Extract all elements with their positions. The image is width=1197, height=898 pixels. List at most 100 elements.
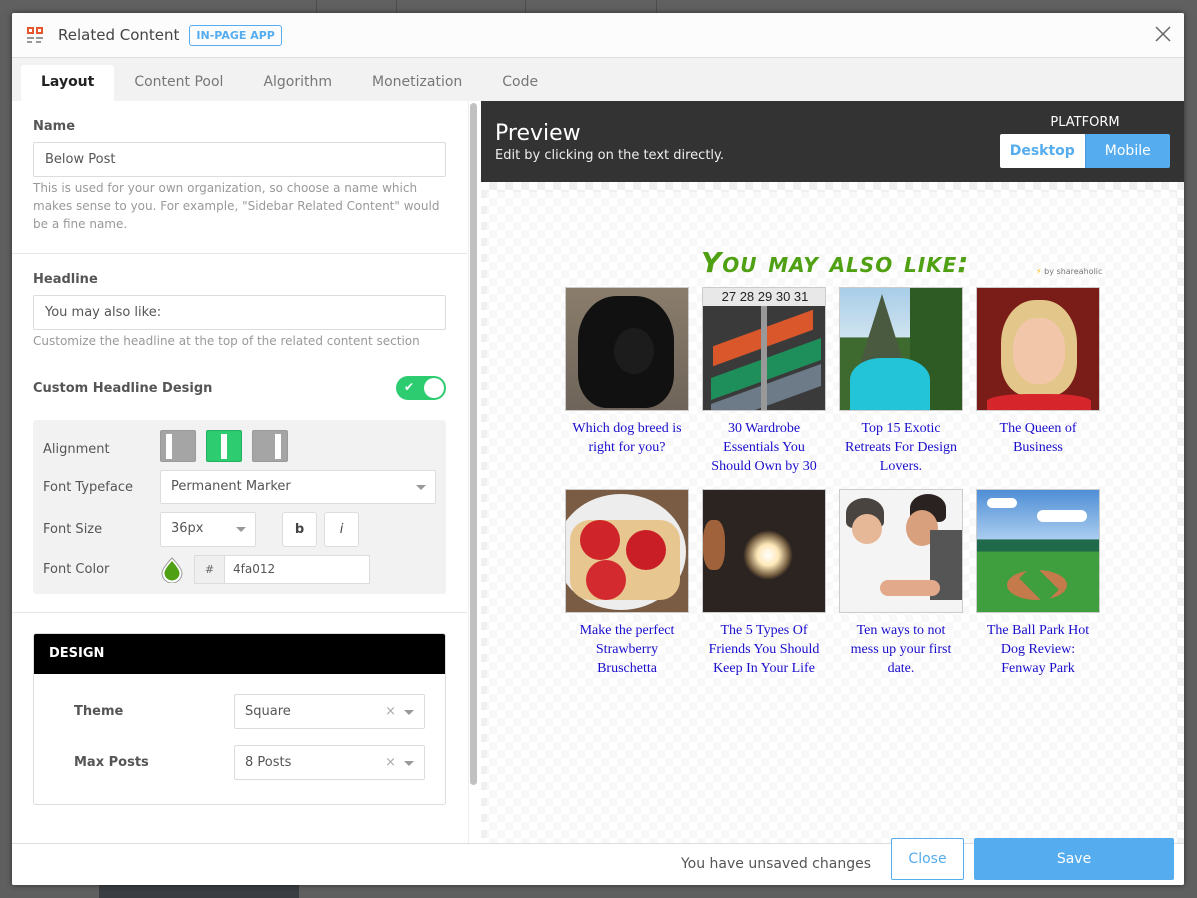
tab-algorithm[interactable]: Algorithm <box>243 65 352 101</box>
preview-headline[interactable]: You may also like: <box>701 246 970 279</box>
post-title[interactable]: Ten ways to not mess up your first date. <box>839 621 963 679</box>
related-post[interactable]: Ten ways to not mess up your first date. <box>839 489 963 679</box>
settings-scrollbar-thumb[interactable] <box>470 103 477 785</box>
align-left-button[interactable] <box>160 430 196 462</box>
close-button[interactable]: Close <box>891 838 964 880</box>
post-thumbnail: 27 28 29 30 31 <box>702 287 826 411</box>
toggle-knob <box>424 378 444 398</box>
shareaholic-byline[interactable]: ⚡ by shareaholic <box>1036 267 1102 276</box>
name-label: Name <box>33 119 76 134</box>
post-thumbnail <box>839 287 963 411</box>
post-thumbnail <box>976 287 1100 411</box>
post-title[interactable]: The 5 Types Of Friends You Should Keep I… <box>702 621 826 679</box>
related-post[interactable]: The 5 Types Of Friends You Should Keep I… <box>702 489 826 679</box>
related-content-icon <box>27 27 45 43</box>
color-picker-drop-icon[interactable] <box>160 556 184 583</box>
max-posts-select[interactable]: 8 Posts × <box>234 745 425 780</box>
related-post[interactable]: The Ball Park Hot Dog Review: Fenway Par… <box>976 489 1100 679</box>
post-thumbnail <box>702 489 826 613</box>
theme-select[interactable]: Square × <box>234 694 425 729</box>
tab-layout[interactable]: Layout <box>21 65 115 101</box>
platform-mobile-button[interactable]: Mobile <box>1084 134 1170 168</box>
tab-bar: Layout Content Pool Algorithm Monetizati… <box>12 58 1184 101</box>
in-page-app-badge: IN-PAGE APP <box>189 24 282 46</box>
background-divider <box>396 0 397 14</box>
align-left-icon <box>166 434 172 459</box>
background-divider <box>656 0 657 14</box>
post-title[interactable]: Which dog breed is right for you? <box>565 419 689 477</box>
font-typeface-select[interactable]: Permanent Marker <box>160 470 436 504</box>
post-title[interactable]: 30 Wardrobe Essentials You Should Own by… <box>702 419 826 477</box>
headline-label: Headline <box>33 272 98 287</box>
align-right-icon <box>275 434 281 459</box>
related-post[interactable]: Which dog breed is right for you? <box>565 287 689 477</box>
max-posts-label: Max Posts <box>74 755 149 770</box>
font-typeface-label: Font Typeface <box>43 479 133 495</box>
preview-panel: Preview Edit by clicking on the text dir… <box>481 101 1184 843</box>
align-center-button[interactable] <box>206 430 242 462</box>
headline-help-text: Customize the headline at the top of the… <box>33 334 420 348</box>
clear-icon[interactable]: × <box>385 695 396 728</box>
chevron-down-icon <box>404 761 414 766</box>
platform-desktop-button[interactable]: Desktop <box>1000 134 1085 168</box>
background-divider <box>525 0 526 14</box>
post-title[interactable]: The Ball Park Hot Dog Review: Fenway Par… <box>976 621 1100 679</box>
save-button[interactable]: Save <box>974 838 1174 880</box>
name-section: Name Below Post This is used for your ow… <box>12 101 467 254</box>
modal-footer: You have unsaved changes Close Save <box>12 838 1184 885</box>
check-icon: ✔ <box>404 380 415 394</box>
modal-title: Related Content <box>58 26 180 44</box>
name-help-text: This is used for your own organization, … <box>33 181 440 231</box>
tab-code[interactable]: Code <box>482 65 558 101</box>
platform-switch: PLATFORM Desktop Mobile <box>1000 115 1170 168</box>
tab-monetization[interactable]: Monetization <box>352 65 482 101</box>
theme-value: Square <box>245 704 291 719</box>
theme-label: Theme <box>74 704 124 719</box>
modal-header: Related Content IN-PAGE APP <box>12 13 1184 58</box>
post-thumbnail <box>839 489 963 613</box>
font-color-input[interactable]: 4fa012 <box>224 555 370 584</box>
related-post[interactable]: Make the perfect Strawberry Bruschetta <box>565 489 689 679</box>
design-panel: DESIGN Theme Square × Max Posts 8 Posts … <box>33 633 446 805</box>
chevron-down-icon <box>416 485 426 490</box>
related-posts-grid: Which dog breed is right for you? 27 28 … <box>565 287 1105 679</box>
background-image <box>99 884 299 898</box>
background-divider <box>316 0 317 14</box>
custom-headline-design-toggle[interactable]: ✔ <box>396 376 446 400</box>
close-icon[interactable] <box>1154 25 1172 43</box>
post-title[interactable]: Make the perfect Strawberry Bruschetta <box>565 621 689 679</box>
headline-design-box: Alignment Font Typeface Permanent Marker… <box>33 420 446 594</box>
post-thumbnail <box>565 489 689 613</box>
related-content-modal: Related Content IN-PAGE APP Layout Conte… <box>12 13 1184 885</box>
unsaved-changes-status: You have unsaved changes <box>680 856 871 872</box>
custom-headline-design-label: Custom Headline Design <box>33 380 213 396</box>
background-app-bar <box>0 0 1197 14</box>
clear-icon[interactable]: × <box>385 746 396 779</box>
related-post[interactable]: Top 15 Exotic Retreats For Design Lovers… <box>839 287 963 477</box>
tab-content-pool[interactable]: Content Pool <box>114 65 243 101</box>
name-input[interactable]: Below Post <box>33 142 446 177</box>
platform-label: PLATFORM <box>1050 115 1120 130</box>
font-size-label: Font Size <box>43 522 103 537</box>
align-right-button[interactable] <box>252 430 288 462</box>
italic-button[interactable]: i <box>324 512 359 547</box>
font-color-label: Font Color <box>43 562 110 577</box>
post-title[interactable]: The Queen of Business <box>976 419 1100 477</box>
post-title[interactable]: Top 15 Exotic Retreats For Design Lovers… <box>839 419 963 477</box>
max-posts-value: 8 Posts <box>245 755 292 770</box>
bold-button[interactable]: b <box>282 512 317 547</box>
post-thumbnail <box>565 287 689 411</box>
related-post[interactable]: The Queen of Business <box>976 287 1100 477</box>
related-post[interactable]: 27 28 29 30 31 30 Wardrobe Essentials Yo… <box>702 287 826 477</box>
preview-header: Preview Edit by clicking on the text dir… <box>481 101 1184 182</box>
font-size-select[interactable]: 36px <box>160 512 256 547</box>
font-size-value: 36px <box>171 521 204 536</box>
hex-prefix: # <box>194 555 224 584</box>
preview-canvas: You may also like: ⚡ by shareaholic Whic… <box>481 182 1184 843</box>
font-typeface-value: Permanent Marker <box>171 479 291 494</box>
alignment-label: Alignment <box>43 441 110 457</box>
headline-input[interactable]: You may also like: <box>33 295 446 330</box>
settings-panel: Name Below Post This is used for your ow… <box>12 101 467 843</box>
design-panel-title: DESIGN <box>34 634 445 674</box>
lightning-icon: ⚡ <box>1036 267 1042 276</box>
